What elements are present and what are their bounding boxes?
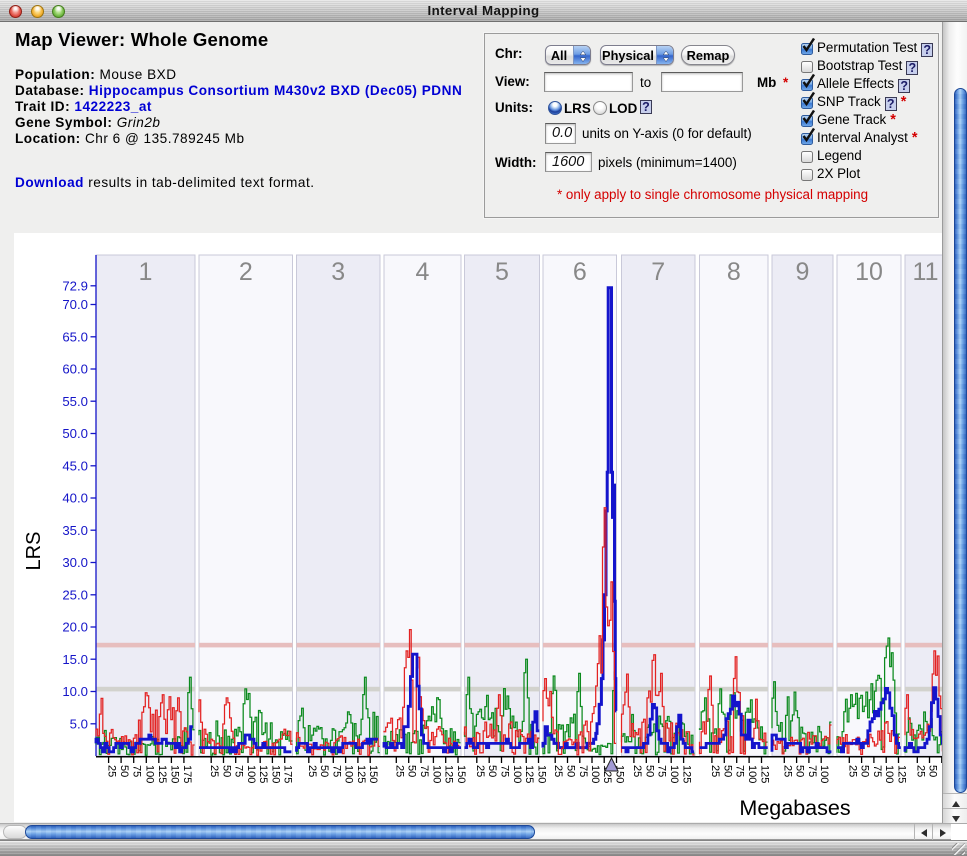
svg-text:4: 4 — [416, 258, 430, 286]
svg-text:8: 8 — [727, 258, 741, 286]
svg-text:75: 75 — [418, 765, 430, 777]
svg-text:25: 25 — [846, 765, 858, 777]
svg-text:75: 75 — [577, 765, 589, 777]
svg-text:125: 125 — [681, 765, 693, 783]
svg-text:5: 5 — [495, 258, 509, 286]
svg-text:25: 25 — [208, 765, 220, 777]
svg-text:35.0: 35.0 — [62, 523, 88, 538]
svg-text:50: 50 — [927, 765, 939, 777]
svg-text:150: 150 — [367, 765, 379, 783]
svg-text:75: 75 — [806, 765, 818, 777]
svg-text:9: 9 — [796, 258, 810, 286]
svg-text:100: 100 — [668, 765, 680, 783]
svg-text:125: 125 — [257, 765, 269, 783]
svg-text:75: 75 — [499, 765, 511, 777]
svg-text:55.0: 55.0 — [62, 394, 88, 409]
svg-text:100: 100 — [343, 765, 355, 783]
svg-text:75: 75 — [233, 765, 245, 777]
svg-text:10: 10 — [855, 258, 883, 286]
svg-text:10.0: 10.0 — [62, 684, 88, 699]
svg-text:100: 100 — [430, 765, 442, 783]
svg-text:7: 7 — [651, 258, 665, 286]
svg-text:50.0: 50.0 — [62, 426, 88, 441]
svg-text:125: 125 — [896, 765, 908, 783]
svg-text:50: 50 — [643, 765, 655, 777]
svg-text:75: 75 — [131, 765, 143, 777]
svg-text:100: 100 — [883, 765, 895, 783]
svg-text:50: 50 — [406, 765, 418, 777]
svg-text:25: 25 — [914, 765, 926, 777]
svg-text:5.0: 5.0 — [70, 716, 88, 731]
svg-text:11: 11 — [913, 258, 939, 286]
svg-text:75: 75 — [734, 765, 746, 777]
svg-text:1: 1 — [139, 258, 153, 286]
svg-text:100: 100 — [746, 765, 758, 783]
svg-text:75: 75 — [656, 765, 668, 777]
svg-text:100: 100 — [143, 765, 155, 783]
svg-text:125: 125 — [156, 765, 168, 783]
svg-text:20.0: 20.0 — [62, 620, 88, 635]
svg-text:40.0: 40.0 — [62, 491, 88, 506]
svg-text:Megabases: Megabases — [739, 796, 850, 820]
svg-text:125: 125 — [443, 765, 455, 783]
svg-text:100: 100 — [589, 765, 601, 783]
svg-text:72.9: 72.9 — [62, 278, 88, 293]
svg-text:175: 175 — [181, 765, 193, 783]
svg-text:50: 50 — [221, 765, 233, 777]
svg-text:125: 125 — [523, 765, 535, 783]
svg-text:3: 3 — [331, 258, 345, 286]
svg-text:45.0: 45.0 — [62, 458, 88, 473]
svg-text:50: 50 — [794, 765, 806, 777]
svg-text:100: 100 — [511, 765, 523, 783]
svg-text:25: 25 — [781, 765, 793, 777]
svg-text:15.0: 15.0 — [62, 652, 88, 667]
svg-text:65.0: 65.0 — [62, 329, 88, 344]
svg-text:125: 125 — [355, 765, 367, 783]
svg-text:175: 175 — [282, 765, 294, 783]
svg-text:25.0: 25.0 — [62, 587, 88, 602]
svg-text:50: 50 — [318, 765, 330, 777]
svg-text:150: 150 — [536, 765, 548, 783]
svg-text:100: 100 — [245, 765, 257, 783]
svg-text:150: 150 — [168, 765, 180, 783]
svg-text:25: 25 — [393, 765, 405, 777]
svg-text:2: 2 — [239, 258, 253, 286]
svg-text:50: 50 — [118, 765, 130, 777]
svg-text:100: 100 — [818, 765, 830, 783]
svg-text:50: 50 — [565, 765, 577, 777]
svg-text:150: 150 — [455, 765, 467, 783]
svg-text:50: 50 — [721, 765, 733, 777]
svg-text:25: 25 — [552, 765, 564, 777]
svg-text:75: 75 — [330, 765, 342, 777]
svg-text:25: 25 — [474, 765, 486, 777]
svg-text:6: 6 — [573, 258, 587, 286]
svg-text:25: 25 — [631, 765, 643, 777]
svg-text:30.0: 30.0 — [62, 555, 88, 570]
svg-text:50: 50 — [859, 765, 871, 777]
svg-text:150: 150 — [269, 765, 281, 783]
svg-text:50: 50 — [486, 765, 498, 777]
svg-text:25: 25 — [106, 765, 118, 777]
svg-text:70.0: 70.0 — [62, 297, 88, 312]
svg-text:LRS: LRS — [23, 532, 45, 571]
svg-text:60.0: 60.0 — [62, 362, 88, 377]
svg-text:25: 25 — [306, 765, 318, 777]
svg-text:75: 75 — [871, 765, 883, 777]
svg-text:25: 25 — [709, 765, 721, 777]
svg-text:125: 125 — [759, 765, 771, 783]
